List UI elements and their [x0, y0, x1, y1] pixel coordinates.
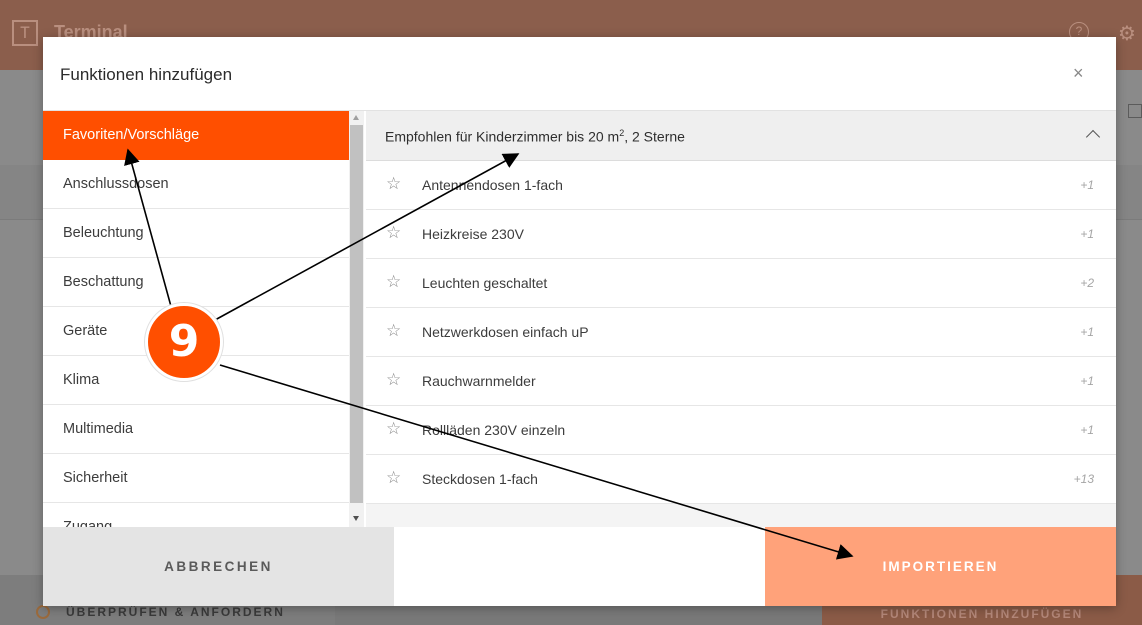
category-beleuchtung[interactable]: Beleuchtung — [43, 209, 349, 258]
category-multimedia[interactable]: Multimedia — [43, 405, 349, 454]
scroll-down-arrow-icon[interactable] — [353, 516, 359, 521]
function-label: Leuchten geschaltet — [422, 275, 548, 291]
function-count: +1 — [1080, 374, 1094, 388]
panel-icon[interactable] — [1128, 104, 1142, 118]
dialog-title: Funktionen hinzufügen — [60, 65, 233, 84]
category-sicherheit[interactable]: Sicherheit — [43, 454, 349, 503]
function-item[interactable]: ☆ Rollläden 230V einzeln +1 — [366, 406, 1116, 455]
review-request-button[interactable]: ÜBERPRÜFEN & ANFORDERN — [66, 605, 285, 619]
category-beschattung[interactable]: Beschattung — [43, 258, 349, 307]
group-title-rest: , 2 Sterne — [624, 128, 685, 145]
import-button[interactable]: IMPORTIEREN — [765, 527, 1116, 606]
star-icon[interactable]: ☆ — [386, 174, 401, 194]
star-icon[interactable]: ☆ — [386, 370, 401, 390]
function-item[interactable]: ☆ Steckdosen 1-fach +13 — [366, 455, 1116, 504]
function-label: Antennendosen 1-fach — [422, 177, 563, 193]
category-favorites[interactable]: Favoriten/Vorschläge — [43, 111, 349, 160]
function-count: +2 — [1080, 276, 1094, 290]
function-list: ☆ Antennendosen 1-fach +1 ☆ Heizkreise 2… — [366, 161, 1116, 504]
function-label: Steckdosen 1-fach — [422, 471, 538, 487]
recommendation-group-title: Empfohlen für Kinderzimmer bis 20 m2, 2 … — [385, 128, 685, 145]
function-label: Netzwerkdosen einfach uP — [422, 324, 589, 340]
star-icon[interactable]: ☆ — [386, 321, 401, 341]
scroll-thumb[interactable] — [350, 125, 363, 503]
function-count: +1 — [1080, 178, 1094, 192]
function-count: +1 — [1080, 227, 1094, 241]
scroll-up-arrow-icon[interactable] — [353, 115, 359, 120]
function-count: +1 — [1080, 423, 1094, 437]
function-item[interactable]: ☆ Netzwerkdosen einfach uP +1 — [366, 308, 1116, 357]
function-item[interactable]: ☆ Leuchten geschaltet +2 — [366, 259, 1116, 308]
chevron-up-icon[interactable] — [1085, 129, 1101, 145]
category-anschlussdosen[interactable]: Anschlussdosen — [43, 160, 349, 209]
star-icon[interactable]: ☆ — [386, 419, 401, 439]
function-label: Rauchwarnmelder — [422, 373, 536, 389]
category-zugang[interactable]: Zugang — [43, 503, 349, 527]
function-item[interactable]: ☆ Rauchwarnmelder +1 — [366, 357, 1116, 406]
function-label: Rollläden 230V einzeln — [422, 422, 566, 438]
review-icon — [36, 605, 50, 619]
dialog-header: Funktionen hinzufügen × — [43, 37, 1116, 111]
star-icon[interactable]: ☆ — [386, 468, 401, 488]
gear-icon[interactable]: ⚙ — [1118, 21, 1136, 46]
recommendation-group-header[interactable]: Empfohlen für Kinderzimmer bis 20 m2, 2 … — [366, 111, 1116, 161]
close-icon[interactable]: × — [1073, 63, 1084, 84]
function-item[interactable]: ☆ Antennendosen 1-fach +1 — [366, 161, 1116, 210]
app-logo: T — [12, 20, 38, 46]
group-title-main: Empfohlen für Kinderzimmer bis 20 m — [385, 128, 620, 145]
function-item[interactable]: ☆ Heizkreise 230V +1 — [366, 210, 1116, 259]
star-icon[interactable]: ☆ — [386, 223, 401, 243]
star-icon[interactable]: ☆ — [386, 272, 401, 292]
functions-panel: Empfohlen für Kinderzimmer bis 20 m2, 2 … — [366, 111, 1116, 527]
function-label: Heizkreise 230V — [422, 226, 524, 242]
cancel-button[interactable]: ABBRECHEN — [43, 527, 394, 606]
function-count: +1 — [1080, 325, 1094, 339]
function-count: +13 — [1073, 472, 1094, 486]
category-scrollbar[interactable] — [349, 111, 364, 527]
annotation-badge: 9 — [145, 303, 223, 381]
